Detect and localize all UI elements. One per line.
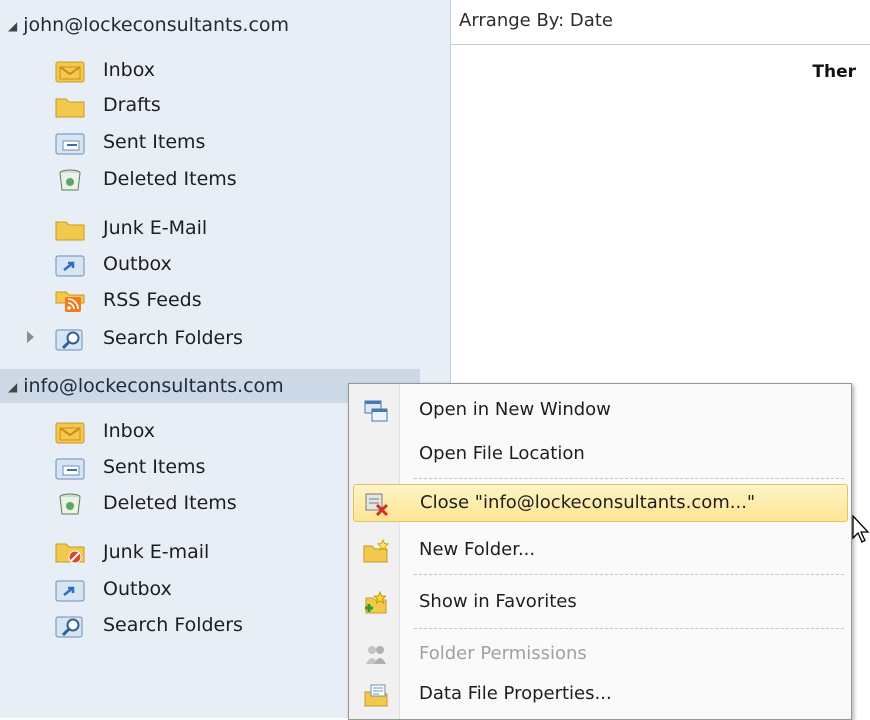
menu-separator <box>414 478 844 479</box>
collapse-triangle-icon[interactable]: ◢ <box>8 370 17 404</box>
rss-icon <box>55 291 85 312</box>
sent-items-icon <box>55 133 85 155</box>
deleted-items-icon <box>59 493 81 515</box>
menu-item-close-data-file[interactable]: Close "info@lockeconsultants.com..." <box>353 484 848 522</box>
properties-icon <box>364 684 388 707</box>
menu-item-data-file-properties[interactable]: Data File Properties... <box>353 676 846 714</box>
account-header-john[interactable]: ◢ john@lockeconsultants.com <box>8 8 289 42</box>
junk-folder-icon <box>55 221 85 241</box>
expand-arrow-icon[interactable] <box>27 331 34 343</box>
menu-item-open-new-window[interactable]: Open in New Window <box>353 392 846 430</box>
close-datafile-icon <box>365 493 389 517</box>
deleted-items-icon <box>59 169 81 191</box>
favorites-icon <box>365 590 387 614</box>
arrange-by-header[interactable]: Arrange By: Date <box>451 0 870 45</box>
menu-item-show-in-favorites[interactable]: Show in Favorites <box>353 584 846 622</box>
search-folder-icon <box>55 616 83 638</box>
sent-items-icon <box>55 458 85 480</box>
empty-list-message: Ther <box>812 62 856 82</box>
menu-item-open-file-location[interactable]: Open File Location <box>353 436 846 474</box>
menu-separator <box>414 628 844 629</box>
drafts-icon <box>55 98 85 118</box>
junk-blocked-icon <box>55 543 85 564</box>
new-folder-icon <box>363 538 389 563</box>
collapse-triangle-icon[interactable]: ◢ <box>8 9 17 43</box>
menu-item-folder-permissions[interactable]: Folder Permissions <box>353 636 846 674</box>
search-folder-icon <box>55 329 83 351</box>
outbox-icon <box>55 580 85 602</box>
menu-item-new-folder[interactable]: New Folder... <box>353 532 846 570</box>
menu-separator <box>414 574 844 575</box>
inbox-icon <box>55 422 85 444</box>
mouse-pointer-icon <box>852 515 870 543</box>
outbox-icon <box>55 255 85 277</box>
permissions-icon <box>366 646 386 664</box>
context-menu: Open in New Window Open File Location Cl… <box>348 383 852 720</box>
new-window-icon <box>364 400 388 422</box>
arrange-by-label: Arrange By: Date <box>459 10 613 31</box>
inbox-icon <box>55 61 85 83</box>
